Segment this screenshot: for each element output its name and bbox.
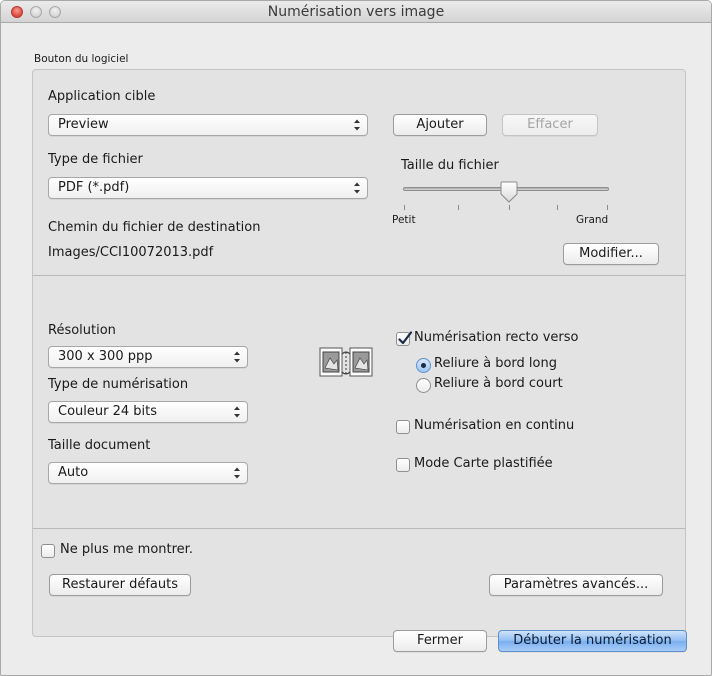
group-title: Bouton du logiciel [34,53,129,65]
scan-type-value: Couleur 24 bits [58,404,158,419]
restore-defaults-button[interactable]: Restaurer défauts [49,574,191,596]
file-type-label: Type de fichier [48,152,143,167]
document-size-label: Taille document [48,438,151,453]
popup-arrows-icon [234,467,240,479]
resolution-popup[interactable]: 300 x 300 ppp [48,346,248,368]
duplex-scan-icon [319,347,373,377]
duplex-label: Numérisation recto verso [414,330,579,345]
short-edge-radio[interactable] [416,378,431,393]
advanced-settings-button[interactable]: Paramètres avancés... [489,574,663,596]
popup-arrows-icon [234,351,240,363]
destination-label: Chemin du fichier de destination [48,220,261,235]
document-size-popup[interactable]: Auto [48,462,248,484]
target-app-value: Preview [58,117,109,132]
target-app-label: Application cible [48,89,156,104]
resolution-label: Résolution [48,323,116,338]
continuous-scan-checkbox[interactable] [396,420,410,434]
start-scan-button[interactable]: Débuter la numérisation [498,630,687,652]
plastic-card-checkbox[interactable] [396,458,410,472]
duplex-checkbox[interactable] [396,331,413,346]
slider-min-label: Petit [392,214,416,226]
popup-arrows-icon [234,406,240,418]
target-app-popup[interactable]: Preview [48,114,368,136]
file-type-value: PDF (*.pdf) [58,180,130,195]
slider-tick [607,205,608,210]
slider-thumb-icon[interactable] [498,181,520,205]
scan-to-image-dialog: Numérisation vers image Bouton du logici… [0,0,712,676]
file-type-popup[interactable]: PDF (*.pdf) [48,177,368,199]
destination-path: Images/CCI10072013.pdf [48,245,214,260]
separator [33,275,685,276]
title-bar: Numérisation vers image [1,1,711,23]
dont-show-label: Ne plus me montrer. [60,542,193,557]
slider-tick [557,205,558,210]
add-button[interactable]: Ajouter [393,114,487,136]
popup-arrows-icon [354,119,360,131]
delete-button[interactable]: Effacer [502,114,598,136]
scan-type-label: Type de numérisation [48,377,189,392]
modify-button[interactable]: Modifier... [563,243,659,265]
close-button[interactable]: Fermer [393,630,487,652]
short-edge-label: Reliure à bord court [434,376,563,391]
dont-show-checkbox[interactable] [41,544,55,558]
continuous-scan-label: Numérisation en continu [414,418,575,433]
file-size-label: Taille du fichier [401,158,499,173]
scan-type-popup[interactable]: Couleur 24 bits [48,401,248,423]
popup-arrows-icon [354,182,360,194]
long-edge-label: Reliure à bord long [434,356,557,371]
window-title: Numérisation vers image [267,4,445,20]
long-edge-radio[interactable] [416,358,431,373]
slider-tick [404,205,405,210]
plastic-card-label: Mode Carte plastifiée [414,456,553,471]
checkmark-icon [398,331,413,345]
slider-max-label: Grand [576,214,609,226]
slider-tick [509,205,510,210]
separator [33,528,685,529]
resolution-value: 300 x 300 ppp [58,349,153,364]
document-size-value: Auto [58,465,89,480]
slider-tick [458,205,459,210]
